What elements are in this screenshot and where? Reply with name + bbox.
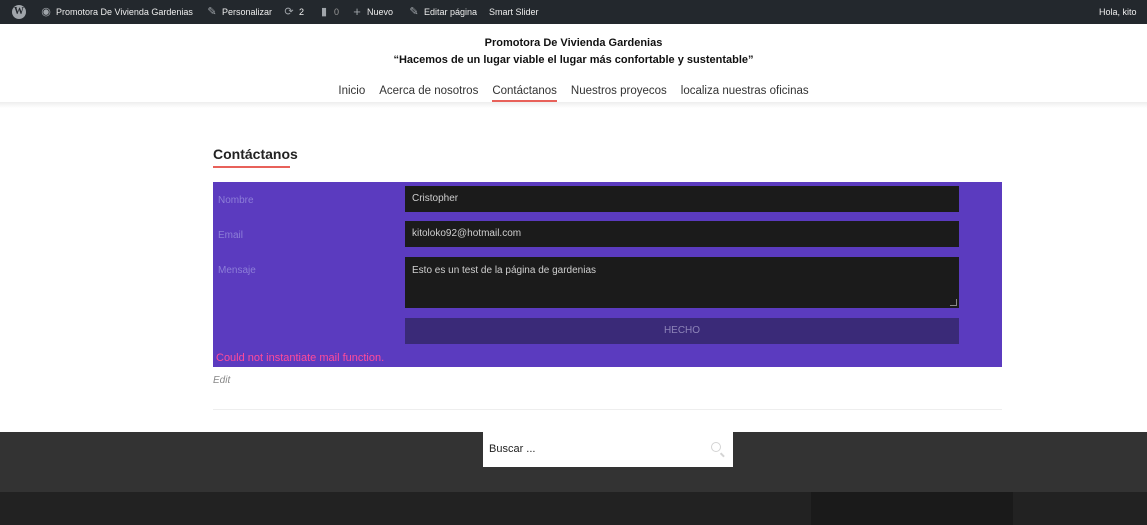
wordpress-logo-button[interactable]: W [12,0,26,24]
page-title: Contáctanos [213,146,298,162]
main-navigation: Inicio Acerca de nosotros Contáctanos Nu… [0,85,1147,102]
error-message: Could not instantiate mail function. [216,352,385,364]
smart-slider-link[interactable]: Smart Slider [489,0,539,24]
message-textarea[interactable]: Esto es un test de la página de gardenia… [405,257,959,308]
dashboard-icon: ◉ [41,6,51,18]
customize-label: Personalizar [222,7,273,17]
email-field[interactable]: kitoloko92@hotmail.com [405,221,959,247]
search-form: Buscar ... [483,432,733,467]
site-tagline: “Hacemos de un lugar viable el lugar más… [393,54,754,66]
search-icon[interactable] [711,442,721,452]
comments-link[interactable]: ▮ 0 [318,0,339,24]
smart-slider-label: Smart Slider [489,7,539,17]
site-name-link[interactable]: ◉ Promotora De Vivienda Gardenias [40,0,193,24]
new-label: Nuevo [367,7,394,17]
contact-form: Nombre Cristopher Email kitoloko92@hotma… [213,182,1002,367]
edit-page-link[interactable]: ✎ Editar página [408,0,477,24]
search-input[interactable]: Buscar ... [489,432,535,467]
nav-item-inicio[interactable]: Inicio [338,85,365,97]
edit-page-label: Editar página [424,7,478,17]
plus-icon: + [353,4,361,19]
updates-link[interactable]: ⟳ 2 [283,0,304,24]
nav-item-proyectos[interactable]: Nuestros proyecos [571,85,667,97]
site-title[interactable]: Promotora De Vivienda Gardenias [0,37,1147,49]
user-account-link[interactable]: Hola, kito [1099,0,1137,24]
edit-link[interactable]: Edit [213,375,230,386]
name-label: Nombre [218,195,254,206]
nav-item-contactanos[interactable]: Contáctanos [492,85,557,102]
nav-item-oficinas[interactable]: localiza nuestras oficinas [681,85,809,97]
header-divider [0,102,1147,108]
resize-handle-icon[interactable] [950,299,957,306]
site-name-label: Promotora De Vivienda Gardenias [56,7,193,17]
new-content-link[interactable]: + Nuevo [351,0,393,24]
content-divider [213,409,1002,410]
comment-icon: ▮ [320,6,328,18]
submit-button[interactable]: HECHO [405,318,959,344]
updates-count: 2 [299,7,305,17]
name-field[interactable]: Cristopher [405,186,959,212]
wordpress-icon: W [12,5,26,19]
customize-link[interactable]: ✎ Personalizar [206,0,272,24]
email-label: Email [218,230,244,241]
greeting-label: Hola, kito [1099,7,1137,17]
paintbrush-icon: ✎ [207,6,217,18]
message-text: Esto es un test de la página de gardenia… [412,265,597,276]
message-label: Mensaje [218,265,256,276]
admin-bar: W ◉ Promotora De Vivienda Gardenias ✎ Pe… [0,0,1147,24]
title-underline [213,166,290,168]
nav-item-acerca[interactable]: Acerca de nosotros [379,85,478,97]
pencil-icon: ✎ [409,6,419,18]
comments-count: 0 [334,7,340,17]
updates-icon: ⟳ [284,6,294,18]
footer-widget-block [811,492,1013,525]
